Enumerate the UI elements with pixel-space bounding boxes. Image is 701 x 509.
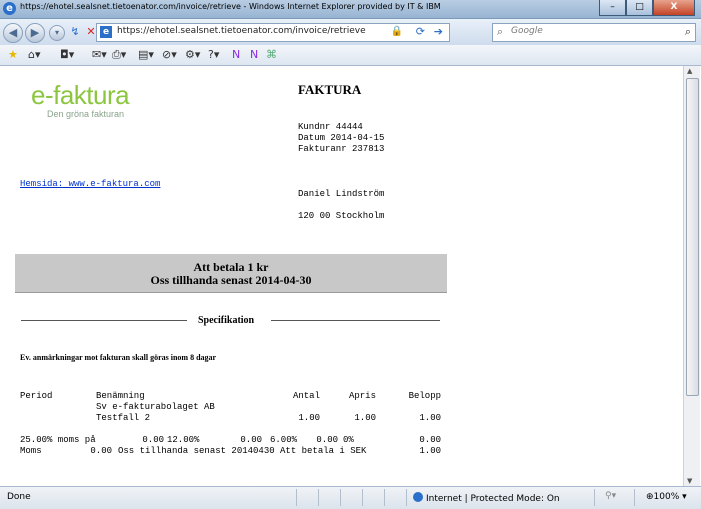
col-belopp: Belopp bbox=[408, 391, 441, 401]
protected-mode-icon[interactable]: ⚲▾ bbox=[605, 491, 616, 501]
col-antal: Antal bbox=[292, 391, 320, 401]
status-bar: Done Internet | Protected Mode: On ⚲▾ ⊕1… bbox=[0, 486, 701, 509]
status-separator bbox=[406, 489, 407, 506]
print-icon[interactable]: ⎙▾ bbox=[112, 48, 126, 62]
minimize-button[interactable]: – bbox=[599, 0, 626, 16]
item-belopp: 1.00 bbox=[419, 413, 441, 423]
col-apris: Apris bbox=[348, 391, 376, 401]
address-bar: ◀ ▶ ▾ ↯ ✕ e https://ehotel.sealsnet.tiet… bbox=[0, 19, 701, 45]
search-icon[interactable]: ⌕ bbox=[685, 25, 691, 39]
vertical-scrollbar[interactable]: ▲ ▼ bbox=[683, 66, 700, 486]
ie-icon: e bbox=[3, 2, 16, 15]
efaktura-logo: e-faktura bbox=[31, 80, 130, 110]
scroll-down-arrow-icon[interactable]: ▼ bbox=[687, 477, 692, 485]
status-text: Done bbox=[7, 492, 31, 502]
favorites-star-icon[interactable]: ★ bbox=[8, 48, 18, 61]
page-content: e-faktura Den gröna fakturan FAKTURA Kun… bbox=[0, 66, 683, 486]
window-title: https://ehotel.sealsnet.tietoenator.com/… bbox=[20, 2, 441, 11]
col-period: Period bbox=[20, 391, 53, 401]
title-bar: e https://ehotel.sealsnet.tietoenator.co… bbox=[0, 0, 701, 19]
help-icon[interactable]: ?▾ bbox=[208, 48, 219, 61]
address-field[interactable]: e https://ehotel.sealsnet.tietoenator.co… bbox=[96, 23, 450, 42]
security-zone[interactable]: Internet | Protected Mode: On bbox=[413, 492, 560, 504]
status-separator bbox=[634, 489, 635, 506]
addon-icon-2[interactable]: N bbox=[250, 48, 258, 61]
remarks-note: Ev. anmärkningar mot fakturan skall göra… bbox=[20, 353, 217, 362]
mail-icon[interactable]: ✉▾ bbox=[92, 48, 107, 61]
page-menu-icon[interactable]: ▤▾ bbox=[138, 48, 154, 61]
safety-menu-icon[interactable]: ⊘▾ bbox=[162, 48, 177, 61]
moms-total: 1.00 bbox=[419, 446, 441, 456]
spec-divider-left bbox=[21, 320, 187, 321]
status-separator bbox=[362, 489, 363, 506]
lock-icon[interactable]: 🔒 bbox=[391, 26, 403, 37]
moms-label: Moms bbox=[20, 446, 42, 456]
vat-percent-2: 12.00% bbox=[167, 435, 200, 445]
zoom-text: 100% bbox=[653, 492, 680, 502]
status-separator bbox=[594, 489, 595, 506]
maximize-button[interactable]: □ bbox=[626, 0, 653, 16]
status-separator bbox=[318, 489, 319, 506]
zone-text: Internet | Protected Mode: On bbox=[426, 494, 560, 504]
company-line: Sv e-fakturabolaget AB bbox=[96, 402, 215, 412]
vat-percent-4: 0% bbox=[343, 435, 354, 445]
vat-percent-3: 6.00% bbox=[270, 435, 298, 445]
go-icon[interactable]: ➔ bbox=[434, 25, 443, 38]
logo-tagline: Den gröna fakturan bbox=[47, 109, 125, 119]
search-field[interactable]: ⌕ Google ⌕ bbox=[492, 23, 696, 42]
addon-icon-3[interactable]: ⌘ bbox=[266, 48, 277, 61]
search-placeholder: Google bbox=[511, 26, 543, 36]
close-button[interactable]: X bbox=[653, 0, 695, 16]
window-controls: – □ X bbox=[599, 0, 695, 16]
status-separator bbox=[340, 489, 341, 506]
vat-value-2: 0.00 bbox=[240, 435, 262, 445]
due-date: Oss tillhanda senast 2014-04-30 bbox=[150, 273, 312, 287]
home-icon[interactable]: ⌂▾ bbox=[28, 48, 41, 61]
moms-value: 0.00 bbox=[90, 446, 112, 456]
back-button[interactable]: ◀ bbox=[3, 23, 23, 43]
amount-due-box: Att betala 1 kr Oss tillhanda senast 201… bbox=[15, 254, 447, 293]
globe-icon bbox=[413, 492, 423, 502]
scrollbar-thumb[interactable] bbox=[686, 78, 699, 396]
vat-total: 0.00 bbox=[419, 435, 441, 445]
status-separator bbox=[384, 489, 385, 506]
invoice-date: Datum 2014-04-15 bbox=[298, 133, 385, 143]
item-apris: 1.00 bbox=[354, 413, 376, 423]
search-provider-icon: ⌕ bbox=[497, 25, 504, 38]
command-bar: ★ ⌂▾ ◘▾ ✉▾ ⎙▾ ▤▾ ⊘▾ ⚙▾ ?▾ N N ⌘ bbox=[0, 45, 701, 66]
zoom-level[interactable]: ⊕100% ▾ bbox=[646, 492, 687, 502]
refresh-icon[interactable]: ⟳ bbox=[416, 25, 425, 38]
feeds-icon[interactable]: ◘▾ bbox=[60, 48, 74, 61]
addon-icon-1[interactable]: N bbox=[232, 48, 240, 61]
scroll-up-arrow-icon[interactable]: ▲ bbox=[687, 67, 692, 75]
customer-number: Kundnr 44444 bbox=[298, 122, 363, 132]
vat-value-1: 0.00 bbox=[142, 435, 164, 445]
invoice-title: FAKTURA bbox=[298, 82, 362, 97]
vat-label: 25.00% moms på bbox=[20, 435, 96, 445]
tools-menu-icon[interactable]: ⚙▾ bbox=[185, 48, 200, 61]
col-benamning: Benämning bbox=[96, 391, 145, 401]
item-antal: 1.00 bbox=[298, 413, 320, 423]
homepage-link[interactable]: Hemsida: www.e-faktura.com bbox=[20, 179, 160, 189]
vat-value-3: 0.00 bbox=[316, 435, 338, 445]
spec-title: Specifikation bbox=[198, 315, 255, 326]
recent-pages-dropdown[interactable]: ▾ bbox=[49, 25, 65, 41]
customer-name: Daniel Lindström bbox=[298, 189, 385, 199]
spec-divider-right bbox=[271, 320, 440, 321]
customer-address: 120 00 Stockholm bbox=[298, 211, 385, 221]
status-separator bbox=[296, 489, 297, 506]
item-name: Testfall 2 bbox=[96, 413, 151, 423]
page-icon: e bbox=[100, 26, 112, 38]
forward-button[interactable]: ▶ bbox=[25, 23, 45, 43]
invoice-number: Fakturanr 237813 bbox=[298, 144, 385, 154]
moms-text: Oss tillhanda senast 20140430 Att betala… bbox=[118, 446, 367, 456]
url-text: https://ehotel.sealsnet.tietoenator.com/… bbox=[117, 26, 366, 36]
